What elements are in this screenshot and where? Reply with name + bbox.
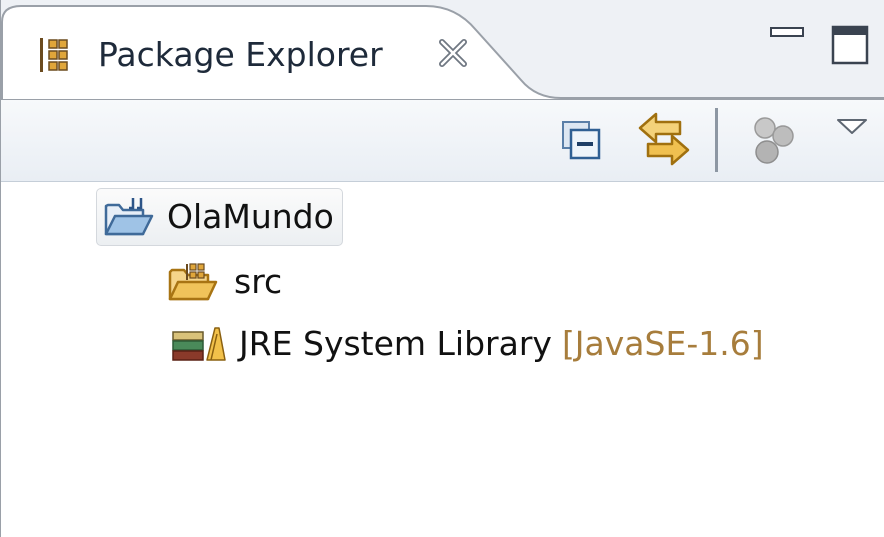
maximize-icon[interactable] — [831, 25, 871, 67]
view-tab-title[interactable]: Package Explorer — [98, 33, 383, 77]
tree-item-decoration: [JavaSE-1.6] — [561, 324, 764, 363]
source-folder-icon — [166, 262, 222, 302]
view-toolbar — [1, 100, 884, 182]
minimize-icon[interactable] — [769, 22, 807, 50]
library-icon — [171, 324, 227, 364]
chevron-down-icon[interactable] — [835, 116, 869, 138]
tree-item-jre-library[interactable]: JRE System Library [JavaSE-1.6] — [171, 322, 764, 366]
tree-item-src[interactable]: src — [166, 260, 282, 304]
tree-item-label: src — [234, 262, 283, 301]
package-tree: OlaMundo src JRE System Library [JavaSE-… — [1, 182, 884, 537]
close-icon[interactable] — [438, 38, 468, 68]
package-explorer-view: Package Explorer OlaMundo src JRE System… — [0, 0, 884, 537]
package-explorer-icon — [37, 36, 71, 74]
link-with-editor-icon[interactable] — [636, 110, 692, 170]
tree-item-label: JRE System Library — [239, 324, 552, 363]
tree-item-label: OlaMundo — [167, 197, 334, 236]
view-tab-strip: Package Explorer — [1, 0, 884, 100]
collapse-all-icon[interactable] — [559, 118, 603, 162]
focus-task-icon[interactable] — [749, 114, 799, 168]
project-folder-icon — [103, 196, 155, 238]
toolbar-separator — [715, 108, 718, 172]
tree-item-project[interactable]: OlaMundo — [96, 188, 343, 246]
